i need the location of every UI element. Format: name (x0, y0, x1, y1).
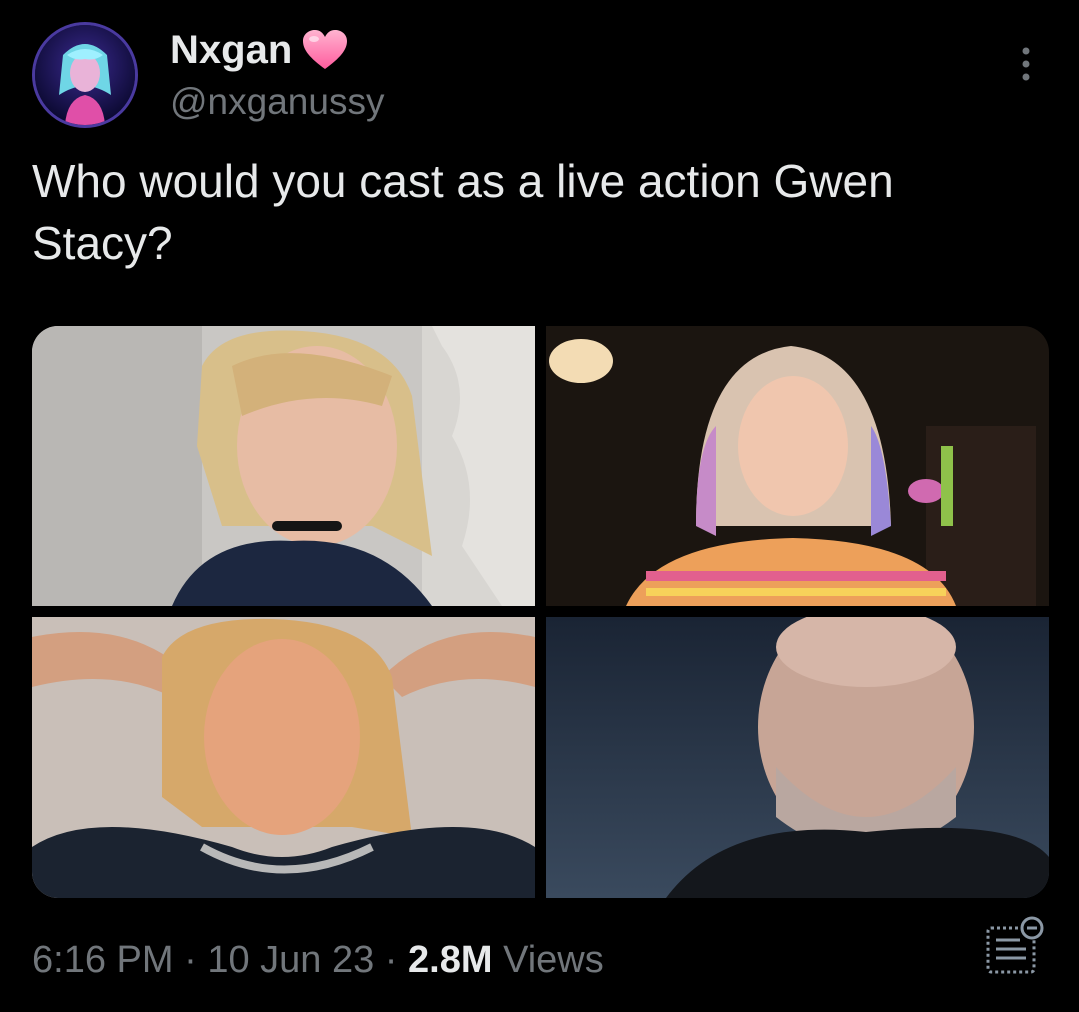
tweet-text: Who would you cast as a live action Gwen… (32, 155, 894, 269)
meta-separator: · (184, 939, 197, 981)
author-display-name[interactable]: Nxgan (170, 26, 350, 74)
photo-3[interactable] (32, 617, 535, 898)
views-count: 2.8M (408, 939, 493, 981)
pink-heart-icon (300, 28, 350, 72)
tweet-time[interactable]: 6:16 PM (32, 939, 174, 981)
media-grid (32, 326, 1049, 898)
author-handle[interactable]: @nxganussy (170, 80, 384, 124)
avatar-illustration (35, 25, 135, 125)
meta-separator: · (384, 939, 398, 981)
views-label: Views (503, 939, 604, 981)
photo-1[interactable] (32, 326, 535, 606)
more-options-icon[interactable] (1014, 44, 1038, 84)
tweet-date[interactable]: 10 Jun 23 (207, 939, 374, 981)
avatar[interactable] (32, 22, 138, 128)
photo-4[interactable] (546, 617, 1049, 898)
tweet-meta: 6:16 PM · 10 Jun 23 · 2.8M Views (32, 934, 604, 986)
photo-2[interactable] (546, 326, 1049, 606)
analytics-icon[interactable] (982, 914, 1048, 980)
display-name-text: Nxgan (170, 28, 293, 72)
